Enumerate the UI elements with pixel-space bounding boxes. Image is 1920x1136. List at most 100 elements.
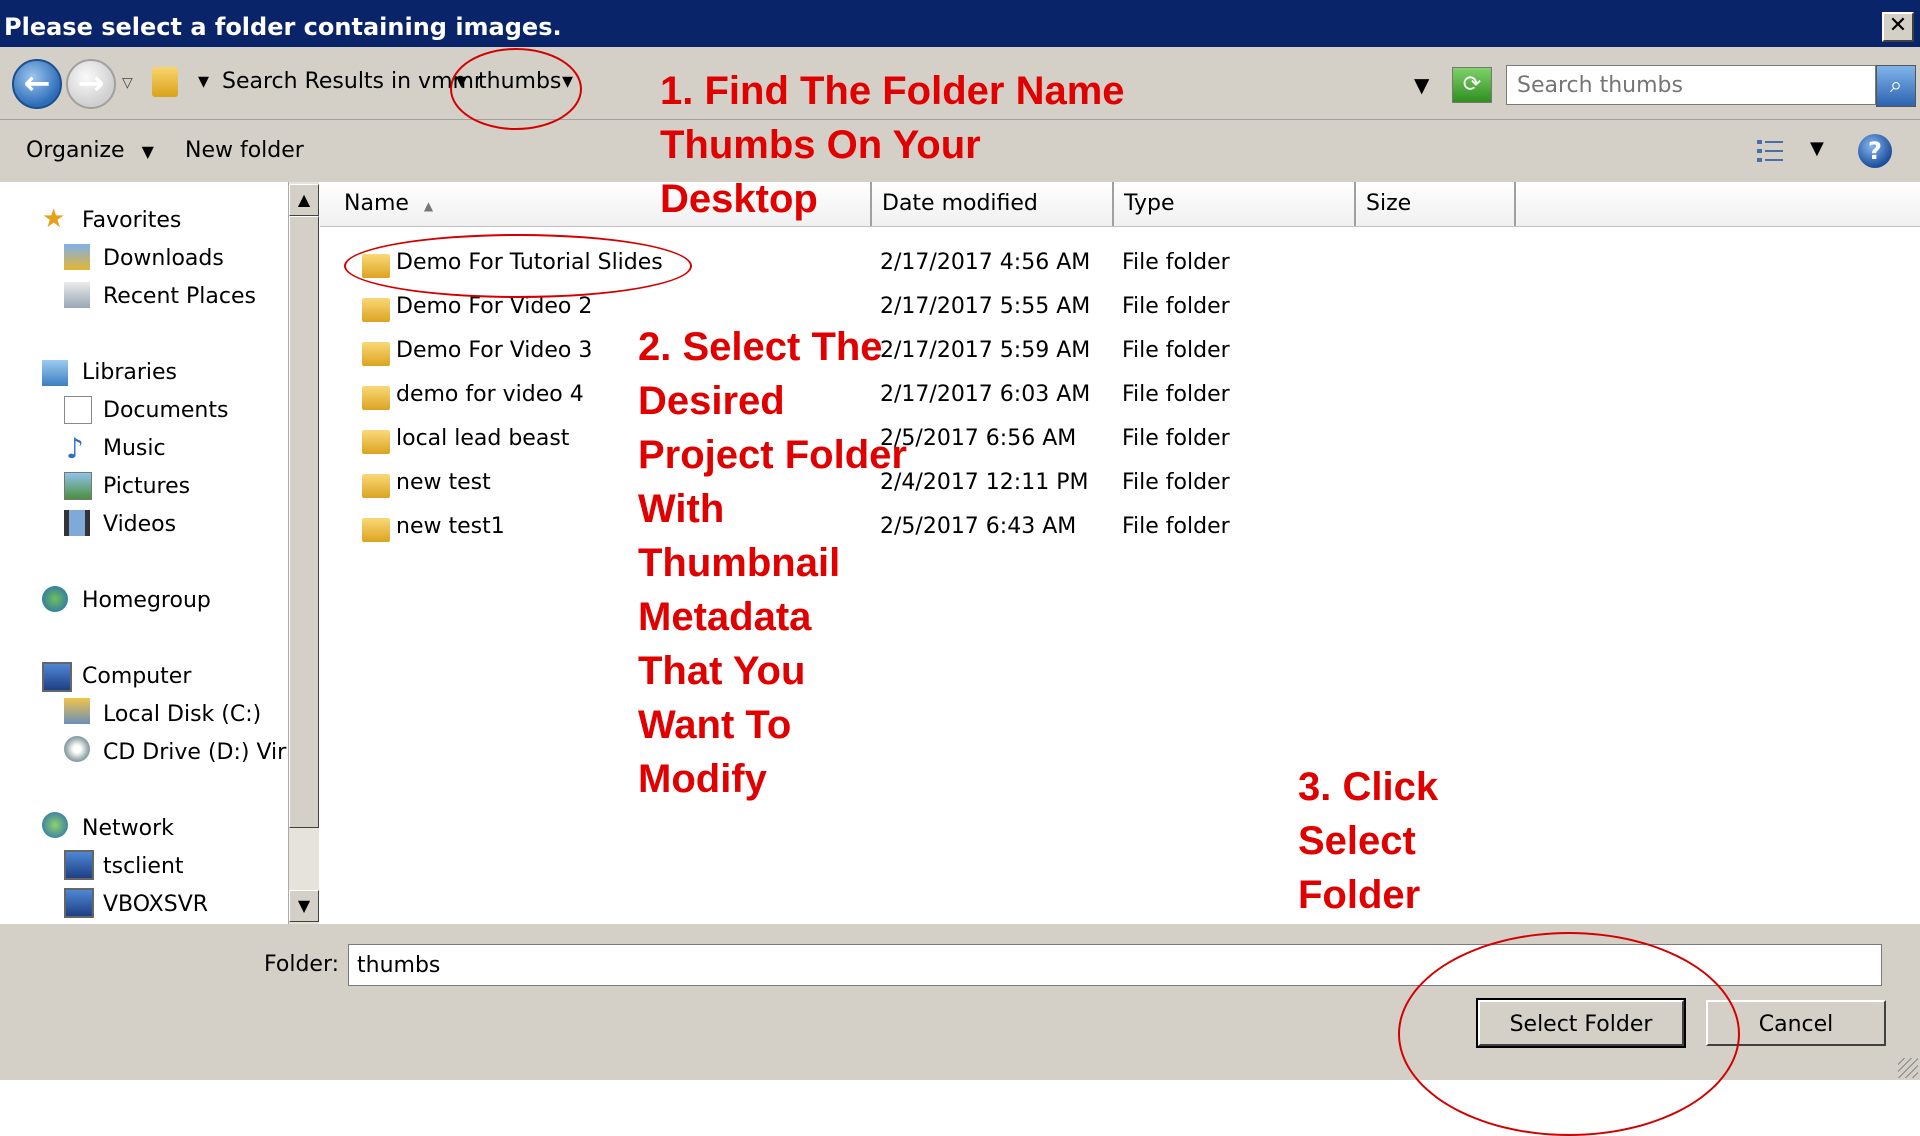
annotation-line: Folder (1298, 873, 1421, 917)
nav-tsclient[interactable]: tsclient (103, 854, 184, 879)
file-name: new test1 (396, 514, 505, 539)
resize-grip-icon[interactable] (1898, 1058, 1918, 1078)
file-row[interactable]: demo for video 4 2/17/2017 6:03 AM File … (320, 374, 1920, 418)
refresh-button[interactable]: ⟳ (1452, 67, 1492, 103)
recent-places-icon (64, 282, 90, 308)
network-computer-icon (64, 850, 94, 880)
file-type: File folder (1122, 294, 1230, 319)
column-type[interactable]: Type (1114, 182, 1356, 226)
annotation-circle-select-button (1398, 932, 1740, 1136)
file-type: File folder (1122, 426, 1230, 451)
homegroup-icon (42, 586, 68, 612)
file-date: 2/17/2017 4:56 AM (880, 250, 1091, 275)
downloads-folder-icon (64, 244, 90, 270)
back-arrow-icon: ← (23, 64, 51, 102)
nav-cd-drive[interactable]: CD Drive (D:) Virtu (103, 740, 287, 765)
annotation-line: 2. Select The (638, 325, 883, 369)
annotation-step-3: 3. Click Select Folder (1298, 760, 1438, 922)
window-title: Please select a folder containing images… (4, 13, 562, 41)
file-date: 2/4/2017 12:11 PM (880, 470, 1089, 495)
file-type: File folder (1122, 338, 1230, 363)
folder-icon (362, 386, 390, 410)
nav-videos[interactable]: Videos (103, 512, 176, 537)
nav-recent-places[interactable]: Recent Places (103, 284, 256, 309)
annotation-line: Desktop (660, 177, 818, 221)
nav-libraries[interactable]: Libraries (82, 360, 177, 385)
sort-ascending-icon: ▲ (423, 199, 434, 213)
music-icon: ♪ (66, 432, 84, 465)
forward-button[interactable]: → (66, 59, 116, 109)
folder-icon (362, 518, 390, 542)
file-name: new test (396, 470, 491, 495)
annotation-line: 3. Click (1298, 765, 1439, 809)
organize-label: Organize (26, 138, 125, 163)
annotation-line: That You (638, 649, 806, 693)
star-icon: ★ (42, 204, 66, 234)
libraries-icon (42, 360, 68, 386)
file-date: 2/17/2017 5:55 AM (880, 294, 1091, 319)
folder-icon (362, 430, 390, 454)
file-row[interactable]: new test1 2/5/2017 6:43 AM File folder (320, 506, 1920, 550)
annotation-step-2: 2. Select The Desired Project Folder Wit… (638, 320, 907, 806)
close-button[interactable]: ✕ (1882, 12, 1914, 42)
file-type: File folder (1122, 470, 1230, 495)
column-size[interactable]: Size (1356, 182, 1516, 226)
file-date: 2/5/2017 6:43 AM (880, 514, 1077, 539)
document-icon (64, 396, 92, 424)
nav-computer[interactable]: Computer (82, 664, 191, 689)
view-dropdown-icon[interactable]: ▼ (1810, 138, 1824, 159)
network-computer-icon (64, 888, 94, 918)
back-button[interactable]: ← (12, 59, 62, 109)
file-name: Demo For Video 3 (396, 338, 593, 363)
nav-pictures[interactable]: Pictures (103, 474, 190, 499)
help-icon[interactable]: ? (1858, 134, 1892, 168)
search-icon: ⌕ (1889, 73, 1903, 98)
folder-icon (152, 67, 178, 97)
folder-icon (362, 342, 390, 366)
scroll-up-icon[interactable]: ▲ (289, 184, 319, 216)
nav-documents[interactable]: Documents (103, 398, 228, 423)
nav-local-disk[interactable]: Local Disk (C:) (103, 702, 261, 727)
nav-vboxsvr[interactable]: VBOXSVR (103, 892, 208, 917)
new-folder-button[interactable]: New folder (185, 138, 304, 163)
file-date: 2/17/2017 6:03 AM (880, 382, 1091, 407)
annotation-line: Thumbs On Your (660, 123, 981, 167)
file-type: File folder (1122, 514, 1230, 539)
annotation-step-1: 1. Find The Folder Name Thumbs On Your D… (660, 64, 1125, 226)
file-date: 2/5/2017 6:56 AM (880, 426, 1077, 451)
search-box[interactable] (1506, 65, 1876, 105)
nav-homegroup[interactable]: Homegroup (82, 588, 211, 613)
file-date: 2/17/2017 5:59 AM (880, 338, 1091, 363)
scroll-down-icon[interactable]: ▼ (289, 890, 319, 922)
organize-button[interactable]: Organize ▼ (26, 138, 154, 163)
address-dropdown-icon[interactable]: ▼ (1414, 73, 1429, 97)
breadcrumb-arrow-icon[interactable]: ▾ (198, 69, 209, 94)
annotation-line: Desired (638, 379, 785, 423)
annotation-line: Want To (638, 703, 792, 747)
annotation-line: Thumbnail (638, 541, 841, 585)
column-name-label: Name (344, 191, 409, 216)
breadcrumb-search-results[interactable]: Search Results in vmmr (222, 69, 483, 94)
search-button[interactable]: ⌕ (1876, 65, 1916, 107)
cd-drive-icon (64, 736, 90, 762)
annotation-circle-breadcrumb (450, 48, 582, 130)
forward-arrow-icon: → (77, 64, 105, 102)
folder-icon (362, 474, 390, 498)
nav-favorites[interactable]: Favorites (82, 208, 181, 233)
file-row[interactable]: local lead beast 2/5/2017 6:56 AM File f… (320, 418, 1920, 462)
file-row[interactable]: Demo For Video 3 2/17/2017 5:59 AM File … (320, 330, 1920, 374)
search-input[interactable] (1507, 66, 1859, 104)
nav-network[interactable]: Network (82, 816, 174, 841)
annotation-circle-folder (344, 234, 692, 298)
chevron-down-icon: ▼ (141, 142, 154, 161)
nav-downloads[interactable]: Downloads (103, 246, 224, 271)
file-row[interactable]: new test 2/4/2017 12:11 PM File folder (320, 462, 1920, 506)
folder-label: Folder: (264, 952, 340, 977)
nav-scrollbar[interactable]: ▲ ▼ (288, 182, 319, 924)
recent-pages-dropdown-icon[interactable]: ▽ (122, 75, 133, 91)
view-options-icon[interactable] (1756, 138, 1786, 164)
nav-music[interactable]: Music (103, 436, 166, 461)
file-name: demo for video 4 (396, 382, 584, 407)
scrollbar-thumb[interactable] (289, 216, 319, 828)
folder-icon (362, 298, 390, 322)
